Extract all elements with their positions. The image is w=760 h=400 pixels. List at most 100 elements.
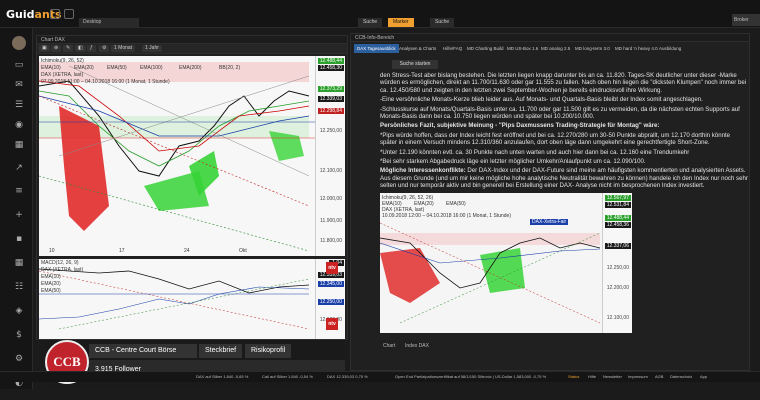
list-icon[interactable]: ☰	[14, 100, 24, 110]
plus-icon[interactable]: +	[14, 210, 24, 220]
user-menu[interactable]: Broker	[732, 14, 760, 26]
lower-legend-macd: MACD(12, 26, 9)	[41, 260, 79, 266]
search-start-button[interactable]: Suche starten	[392, 60, 438, 69]
tab-hilfe-faq[interactable]: Hilfe/FAQ	[440, 44, 465, 53]
profile-name[interactable]: CCB - Centre Court Börse	[89, 344, 197, 358]
legend-ema50: EMA(50)	[107, 65, 127, 71]
avatar[interactable]	[12, 36, 26, 50]
mini-legend-range: 10.09.2018 12:00 – 04.10.2018 16:00 (1 M…	[382, 213, 511, 219]
legend-ema10: EMA(10)	[41, 65, 61, 71]
calendar-icon[interactable]: ▦	[14, 140, 24, 150]
price-label: 12.373,29	[317, 86, 344, 92]
tab-desktop[interactable]: Desktop	[79, 18, 139, 27]
tab-md-analog[interactable]: MD analog 2.5	[538, 44, 573, 53]
agb-link[interactable]: AGB	[655, 374, 663, 379]
datenschutz-link[interactable]: Datenschutz	[670, 374, 692, 379]
lower-legend-ema20: EMA(20)	[41, 281, 61, 287]
price-scale: 12.488,44 12.458,30 12.373,29 12.339,03 …	[315, 56, 345, 256]
tab-md-longterm[interactable]: MD long-term 3.0	[572, 44, 613, 53]
settings-icon[interactable]: ⚙	[14, 354, 24, 364]
lower-legend-ema10: EMA(10)	[41, 274, 61, 280]
indicator-icon[interactable]: ƒ	[87, 45, 96, 52]
article-paragraph: den Stress-Test aber bislang bestehen. D…	[380, 72, 747, 94]
legend-bb: BB(20, 2)	[219, 65, 241, 71]
tab-chart[interactable]: Chart	[380, 342, 398, 350]
article-body: den Stress-Test aber bislang bestehen. D…	[380, 72, 748, 192]
impressum-link[interactable]: Impressum	[628, 374, 648, 379]
tab-ausbildung[interactable]: Ausbildung	[656, 44, 684, 53]
fazit-item: *Unter 12.190 könnten evtl. ca. 30 Punkt…	[380, 148, 690, 156]
lower-chart-svg	[39, 259, 345, 339]
tab-dax-tagesausblick[interactable]: DAX Tagesausblick	[354, 44, 399, 53]
main-chart-svg	[39, 56, 345, 256]
home-icon[interactable]	[50, 9, 60, 19]
dollar-icon[interactable]: $	[14, 330, 24, 340]
help-link[interactable]: Hilfe	[588, 374, 596, 379]
price-label: 12.200,00	[606, 285, 629, 291]
tag-icon[interactable]: ◈	[14, 306, 24, 316]
ntv-logo[interactable]: ntv	[326, 262, 338, 274]
lower-legend-symbol: DAX (XETRA, last)	[41, 267, 84, 273]
layers-icon[interactable]: ≡	[14, 186, 24, 196]
chart-panel: Chart DAX ▣ ⊕ ✎ ◧ ƒ ⚙ 1 Monat 1 Jahr Ich…	[36, 35, 348, 340]
fazit-item: *Bei sehr starkem Abgabedruck läge ein l…	[380, 158, 646, 166]
newsletter-link[interactable]: Newsletter	[603, 374, 622, 379]
calendar-2-icon[interactable]: ▦	[14, 258, 24, 268]
legend-ema200: EMA(200)	[179, 65, 202, 71]
draw-icon[interactable]: ✎	[63, 45, 74, 52]
tab-md-hard[interactable]: MD hard 'n heavy 4.0	[612, 44, 661, 53]
ticker-item[interactable]: DAX 12.339,03 0,75 %	[327, 374, 368, 379]
legend-ema100: EMA(100)	[140, 65, 163, 71]
period-1m-button[interactable]: 1 Monat	[111, 45, 136, 52]
grid-icon[interactable]	[64, 9, 74, 19]
price-label: 12.458,30	[317, 65, 344, 71]
eye-icon[interactable]: ◉	[14, 120, 24, 130]
tab-search-2[interactable]: Suche	[430, 18, 455, 27]
app-link[interactable]: App	[700, 374, 707, 379]
grid-view-icon[interactable]: ▪	[14, 234, 24, 244]
price-label: 12.488,44	[317, 58, 344, 64]
top-bar: Guidants Desktop Suche Marker Suche Brok…	[0, 0, 760, 28]
tool-icon[interactable]: ◧	[75, 45, 86, 52]
price-label: 12.458,36	[604, 222, 631, 228]
price-label: 12.567,97	[604, 195, 631, 201]
legend-ema20: EMA(20)	[74, 65, 94, 71]
mini-chart-label: DAX-Xetra-Fair	[530, 219, 569, 225]
ntv-logo-2[interactable]: ntv	[326, 318, 338, 330]
article-chart-image: Ichimoku(9, 26, 52, 26) EMA(10) EMA(20) …	[380, 193, 632, 333]
status-link[interactable]: Status	[568, 374, 579, 379]
zoom-icon[interactable]: ⊕	[51, 45, 62, 52]
chat-icon[interactable]: ✉	[14, 80, 24, 90]
price-label: 12.100,00	[606, 315, 629, 321]
tab-analysen-charts[interactable]: Analysen & Charts	[396, 44, 439, 53]
tab-marker[interactable]: Marker	[388, 18, 414, 27]
price-label: 12.000,00	[319, 196, 342, 202]
chart-type-icon[interactable]: ▣	[39, 45, 50, 52]
tab-steckbrief[interactable]: Steckbrief	[199, 344, 243, 358]
main-chart[interactable]: Ichimoku(9, 26, 52) EMA(10) EMA(20) EMA(…	[39, 56, 345, 256]
settings-small-icon[interactable]: ⚙	[99, 45, 110, 52]
price-label: 12.488,44	[604, 215, 631, 221]
period-1y-button[interactable]: 1 Jahr	[142, 45, 162, 52]
price-label: 11.900,00	[320, 218, 342, 224]
mini-price-scale: 12.567,97 12.531,84 12.488,44 12.458,36 …	[602, 193, 632, 333]
price-label: 12.531,84	[604, 202, 631, 208]
tab-md-charting[interactable]: MD Charting Build	[464, 44, 507, 53]
ticker-item[interactable]: Open End Partizipationszertifikat auf 58…	[395, 374, 546, 379]
tab-search[interactable]: Suche	[358, 18, 383, 27]
watchlist-icon[interactable]: ☷	[14, 282, 24, 292]
monitor-icon[interactable]: ▭	[14, 60, 24, 70]
tab-md-usbox[interactable]: MD US-Box 1.6	[504, 44, 541, 53]
ticker-item[interactable]: DAX auf Silber 1.840 -5,65 %	[196, 374, 248, 379]
legend-symbol: DAX (XETRA, last)	[41, 72, 84, 78]
trend-icon[interactable]: ↗	[14, 163, 24, 173]
chart-toolbar: ▣ ⊕ ✎ ◧ ƒ ⚙ 1 Monat 1 Jahr	[37, 44, 347, 54]
tab-risikoprofil[interactable]: Risikoprofil	[245, 344, 292, 358]
price-label: 12.250,00	[317, 299, 344, 305]
fazit-heading: Persönliches Fazit, subjektive Meinung -…	[380, 122, 660, 130]
price-label: 12.345,00	[317, 281, 344, 287]
tab-index-dax[interactable]: Index DAX	[402, 342, 432, 350]
lower-chart[interactable]: MACD(12, 26, 9) DAX (XETRA, last) EMA(10…	[39, 259, 345, 339]
ticker-item[interactable]: Call auf Silber 1.840 -0,54 %	[262, 374, 313, 379]
legend-range: 07.09.2018 11:00 – 04.10.2018 16:00 (1 M…	[41, 79, 170, 85]
